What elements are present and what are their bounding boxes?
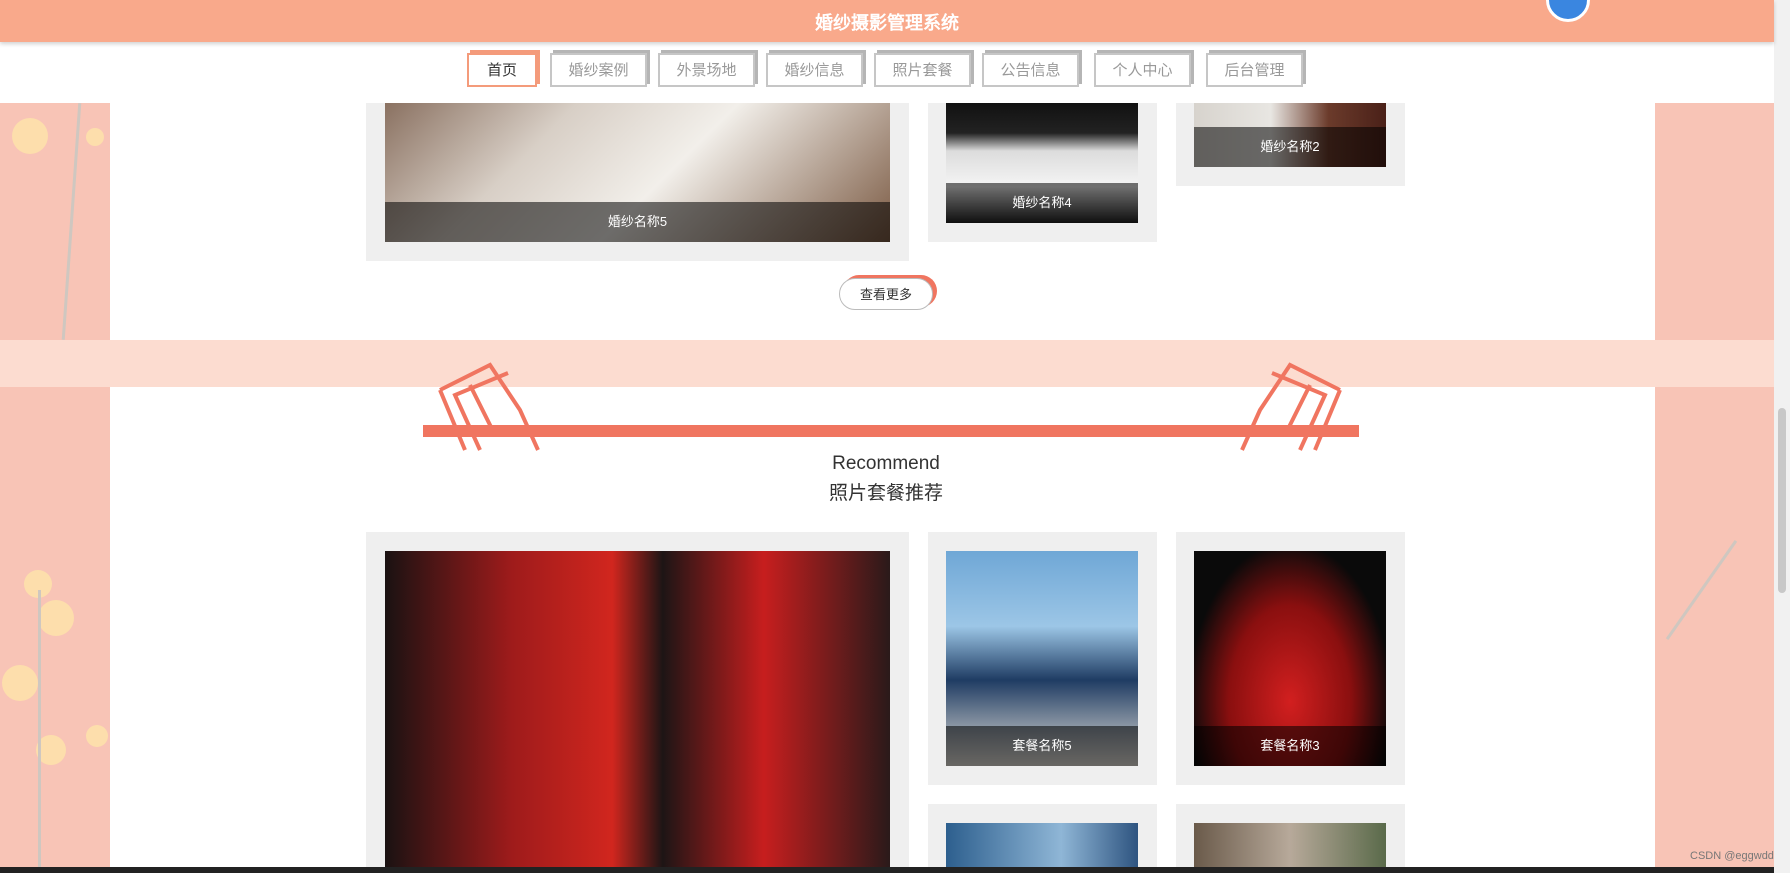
package-card[interactable] (1176, 804, 1405, 873)
dress-image: 婚纱名称5 (385, 103, 890, 242)
dress-card[interactable]: 婚纱名称2 (1176, 103, 1405, 186)
package-card[interactable]: 套餐名称5 (928, 532, 1157, 785)
package-card[interactable] (928, 804, 1157, 873)
package-caption: 套餐名称3 (1194, 726, 1386, 766)
right-decor-panel (1655, 103, 1774, 873)
main-nav: 首页 婚纱案例 外景场地 婚纱信息 照片套餐 公告信息 个人中心 后台管理 (0, 42, 1774, 103)
decor-dot (38, 600, 74, 636)
dress-caption: 婚纱名称2 (1194, 127, 1386, 167)
package-card[interactable]: 套餐名称3 (1176, 532, 1405, 785)
tab-announcements[interactable]: 公告信息 (982, 53, 1079, 87)
view-more-button[interactable]: 查看更多 (839, 278, 933, 310)
decor-branch (38, 590, 41, 873)
tab-admin[interactable]: 后台管理 (1206, 53, 1303, 87)
section-title-en: Recommend (832, 453, 940, 474)
package-image: 套餐名称3 (1194, 551, 1386, 766)
decor-dot (86, 128, 104, 146)
package-image (946, 823, 1138, 873)
dress-caption: 婚纱名称5 (385, 202, 890, 242)
app-title: 婚纱摄影管理系统 (815, 13, 959, 33)
decor-dot (86, 725, 108, 747)
tab-outdoor-venues[interactable]: 外景场地 (658, 53, 755, 87)
decor-dot (12, 118, 48, 154)
package-image (1194, 823, 1386, 873)
bottom-edge (0, 867, 1774, 873)
tab-wedding-cases[interactable]: 婚纱案例 (550, 53, 647, 87)
tab-home[interactable]: 首页 (467, 53, 537, 87)
tab-dress-info[interactable]: 婚纱信息 (766, 53, 863, 87)
watermark-text: CSDN @eggwdd (1690, 850, 1774, 862)
dress-image: 婚纱名称2 (1194, 103, 1386, 167)
package-image (385, 551, 890, 873)
section-title-cn: 照片套餐推荐 (828, 483, 943, 504)
dress-card[interactable]: 婚纱名称4 (928, 103, 1157, 242)
package-card[interactable] (366, 532, 909, 873)
decor-dot (2, 665, 38, 701)
dress-caption: 婚纱名称4 (946, 183, 1138, 223)
scrollbar-thumb[interactable] (1778, 408, 1786, 593)
dress-image: 婚纱名称4 (946, 103, 1138, 223)
section-divider-icon (423, 362, 1359, 451)
tab-photo-packages[interactable]: 照片套餐 (874, 53, 971, 87)
package-caption: 套餐名称5 (946, 726, 1138, 766)
tab-personal-center[interactable]: 个人中心 (1094, 53, 1191, 87)
app-header: 婚纱摄影管理系统 (0, 0, 1774, 42)
dress-card[interactable]: 婚纱名称5 (366, 103, 909, 261)
package-image: 套餐名称5 (946, 551, 1138, 766)
